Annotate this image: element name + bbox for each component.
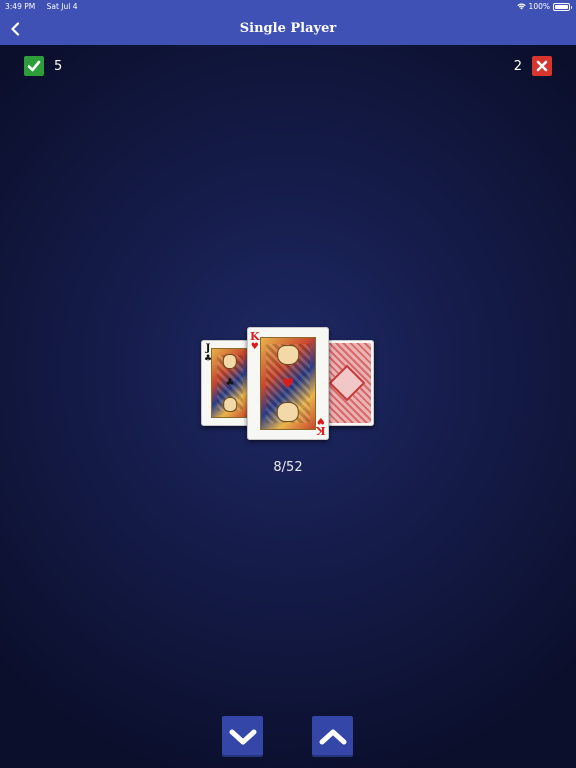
chevron-down-icon [229, 729, 256, 744]
card-face-art: ♥ [260, 337, 316, 430]
card-face-art: ♣ [211, 348, 249, 418]
previous-card-corner: J ♣ [204, 344, 212, 364]
current-card-corner-bottom: K ♥ [316, 415, 326, 437]
lower-button[interactable] [222, 716, 263, 757]
heart-icon: ♥ [281, 375, 295, 392]
current-card-corner-top: K ♥ [250, 331, 260, 352]
heart-icon: ♥ [250, 342, 259, 352]
club-icon: ♣ [204, 354, 213, 364]
club-icon: ♣ [225, 377, 235, 389]
face-head-mirrored [222, 396, 238, 412]
face-head [222, 354, 238, 370]
card-area: ♣ J ♣ ♥ K ♥ K ♥ [0, 0, 576, 768]
current-card-rank-mirrored: K [316, 424, 326, 437]
current-card: ♥ K ♥ K ♥ [247, 327, 329, 440]
face-head-mirrored [277, 401, 299, 422]
chevron-up-icon [319, 729, 346, 744]
heart-icon: ♥ [317, 415, 326, 425]
face-head [277, 345, 299, 366]
higher-button[interactable] [312, 716, 353, 757]
previous-card-rank: J [205, 343, 211, 354]
card-counter: 8/52 [273, 460, 303, 475]
